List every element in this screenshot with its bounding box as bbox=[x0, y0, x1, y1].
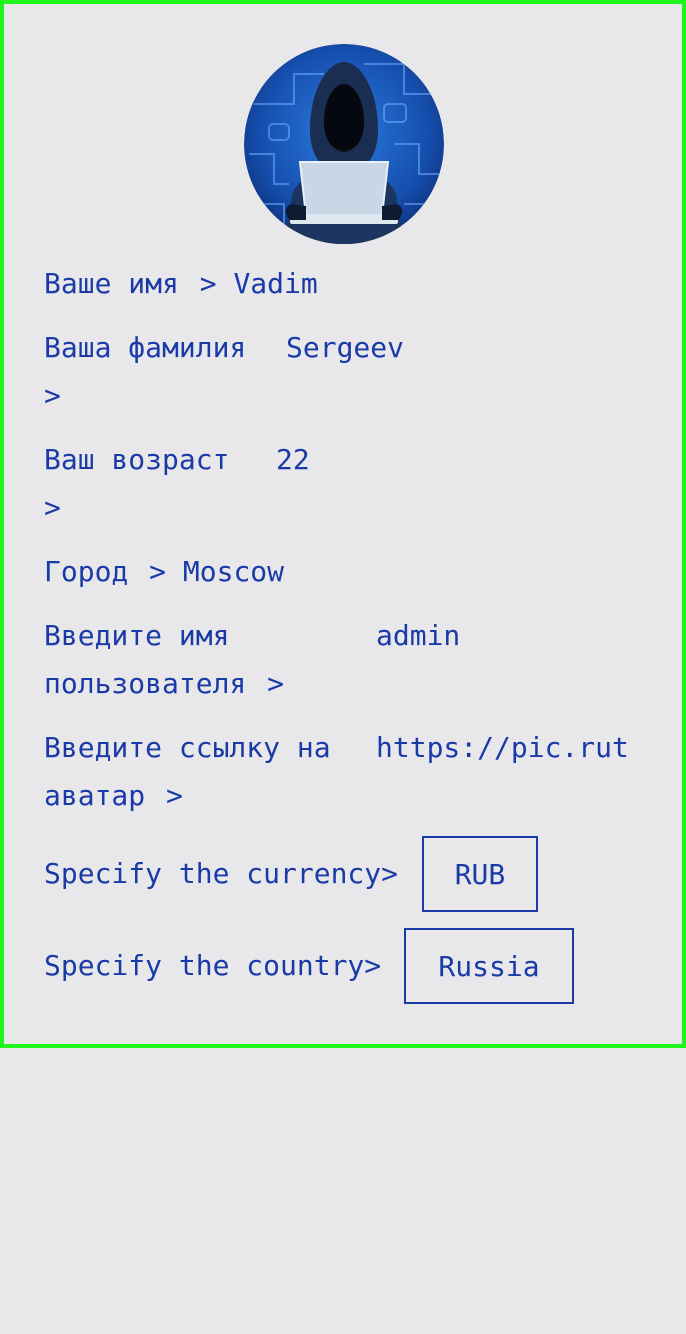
chevron-right-icon: > bbox=[166, 779, 183, 812]
avatar-link-row[interactable]: аватар > bbox=[44, 772, 183, 820]
country-value: Russia bbox=[438, 949, 540, 983]
country-label: Specify the country> bbox=[44, 949, 382, 982]
city-row[interactable]: Город > Moscow bbox=[44, 548, 284, 596]
avatar-link-label-line2: аватар bbox=[44, 779, 146, 812]
city-value: Moscow bbox=[182, 555, 285, 588]
chevron-right-icon: > bbox=[199, 267, 217, 300]
username-label-line1: Введите имя bbox=[44, 619, 230, 652]
avatar-link-label-line1: Введите ссылку на bbox=[44, 731, 331, 764]
currency-value: RUB bbox=[454, 857, 506, 891]
currency-select[interactable]: RUB bbox=[422, 836, 538, 912]
username-label-line2: пользователя bbox=[44, 667, 247, 700]
age-value: 22 bbox=[276, 443, 310, 476]
username-row[interactable]: пользователя > bbox=[44, 660, 284, 708]
surname-label: Ваша фамилия bbox=[44, 331, 247, 364]
name-row[interactable]: Ваше имя > Vadim bbox=[44, 260, 318, 308]
age-row[interactable]: Ваш возраст bbox=[44, 436, 229, 484]
username-value: admin bbox=[376, 619, 461, 652]
city-label: Город bbox=[44, 555, 129, 588]
country-select[interactable]: Russia bbox=[404, 928, 574, 1004]
chevron-right-icon[interactable]: > bbox=[44, 484, 61, 532]
chevron-right-icon[interactable]: > bbox=[44, 372, 61, 420]
age-label: Ваш возраст bbox=[44, 443, 230, 476]
name-value: Vadim bbox=[233, 267, 318, 300]
hacker-avatar-icon bbox=[244, 44, 444, 244]
surname-value: Sergeev bbox=[286, 331, 405, 364]
chevron-right-icon: > bbox=[267, 667, 285, 700]
avatar-link-value: https://pic.rut bbox=[376, 731, 629, 764]
surname-row[interactable]: Ваша фамилия bbox=[44, 324, 246, 372]
name-label: Ваше имя bbox=[44, 267, 179, 300]
avatar[interactable] bbox=[244, 44, 444, 244]
chevron-right-icon: > bbox=[149, 555, 167, 588]
currency-label: Specify the currency> bbox=[44, 857, 399, 890]
